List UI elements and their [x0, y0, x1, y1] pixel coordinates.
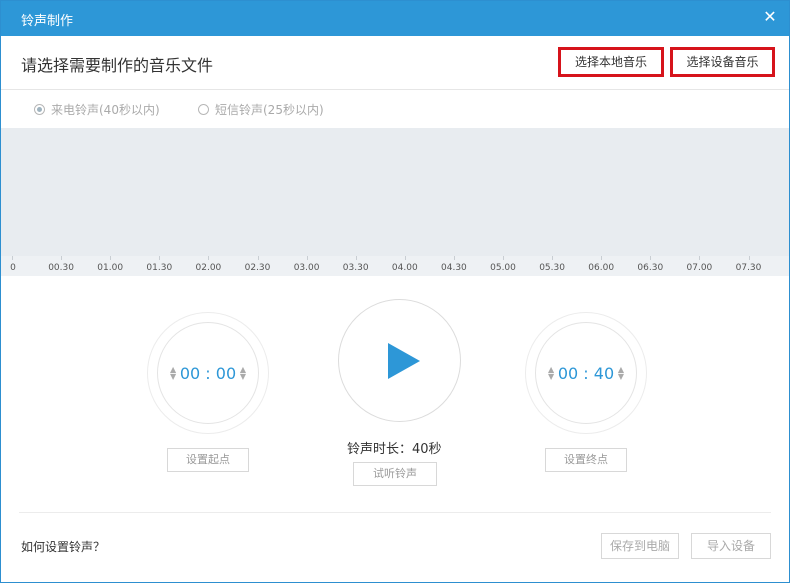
timeline-tick [159, 256, 161, 260]
timeline-tick-label: 03.00 [293, 263, 320, 273]
timeline-tick-label: 01.30 [146, 263, 173, 273]
start-time-dial: ▲ ▼ 00 : 00 ▲ ▼ [147, 312, 269, 434]
select-device-music-button[interactable]: 选择设备音乐 [670, 47, 775, 77]
timeline-tick-label: 05.30 [539, 263, 565, 273]
timeline-tick-label: 06.30 [637, 263, 664, 273]
preview-ringtone-button[interactable]: 试听铃声 [353, 462, 437, 486]
radio-incoming-call[interactable]: 来电铃声(40秒以内) [34, 101, 160, 118]
timeline-tick-label: 04.30 [441, 263, 467, 273]
timeline-tick-label: 06.00 [588, 263, 615, 273]
timeline-tick [257, 256, 259, 260]
timeline-tick [355, 256, 357, 260]
timeline-tick-label: 05.00 [490, 263, 516, 273]
waveform-area[interactable]: 0 00.30 01.00 01.30 02.00 02.30 03.00 03.30 04.0… [1, 128, 789, 276]
select-local-music-button[interactable]: 选择本地音乐 [558, 47, 664, 77]
timeline-tick [503, 256, 504, 260]
timeline-tick [404, 256, 406, 260]
start-time-face: ▲ ▼ 00 : 00 ▲ ▼ [157, 322, 259, 424]
play-button[interactable] [338, 299, 461, 422]
timeline-tick [110, 256, 112, 260]
timeline-tick [748, 256, 750, 260]
radio-sms[interactable]: 短信铃声(25秒以内) [198, 101, 324, 118]
radio-label: 来电铃声(40秒以内) [51, 103, 160, 117]
timeline-tick [453, 256, 455, 260]
timeline-tick-label: 0 [10, 263, 16, 273]
timeline-tick-label: 07.30 [735, 263, 762, 273]
stepper-arrows-icon[interactable]: ▲ ▼ [618, 366, 624, 381]
end-time-dial: ▲ ▼ 00 : 40 ▲ ▼ [525, 312, 647, 434]
window-title: 铃声制作 [21, 14, 74, 29]
timeline-tick [12, 256, 13, 260]
set-end-button[interactable]: 设置终点 [545, 448, 627, 472]
timeline-tick [61, 256, 63, 260]
timeline-tick [552, 256, 554, 260]
timeline-tick [699, 256, 701, 260]
timeline-tick-label: 00.30 [48, 263, 74, 273]
waveform-track [1, 128, 789, 256]
timeline-tick-label: 04.00 [391, 263, 418, 273]
timeline-tick [306, 256, 308, 260]
timeline-tick [601, 256, 603, 260]
import-device-button[interactable]: 导入设备 [691, 533, 771, 559]
title-bar[interactable]: 铃声制作 ✕ [1, 1, 789, 36]
timeline-tick [650, 256, 652, 260]
close-icon[interactable]: ✕ [761, 8, 779, 26]
help-link[interactable]: 如何设置铃声？ [21, 538, 105, 555]
ringtone-duration: 铃声时长：40秒 [347, 442, 442, 457]
radio-selected-icon [34, 104, 45, 115]
play-icon [388, 343, 420, 379]
timeline-tick-label: 01.00 [97, 263, 124, 273]
timeline-tick-label: 03.30 [342, 263, 369, 273]
timeline-tick-label: 02.30 [244, 263, 271, 273]
divider [1, 89, 789, 90]
timeline-ruler: 0 00.30 01.00 01.30 02.00 02.30 03.00 03.30 04.0… [1, 256, 789, 276]
set-start-button[interactable]: 设置起点 [167, 448, 249, 472]
page-title: 请选择需要制作的音乐文件 [21, 56, 214, 75]
radio-label: 短信铃声(25秒以内) [215, 103, 324, 117]
save-to-pc-button[interactable]: 保存到电脑 [601, 533, 679, 559]
timeline-tick-label: 02.00 [195, 263, 222, 273]
end-time-face: ▲ ▼ 00 : 40 ▲ ▼ [535, 322, 637, 424]
divider [19, 512, 771, 513]
stepper-arrows-icon[interactable]: ▲ ▼ [240, 366, 246, 381]
radio-unselected-icon [198, 104, 209, 115]
ringtone-maker-window: 铃声制作 ✕ 请选择需要制作的音乐文件 选择本地音乐 选择设备音乐 来电铃声(4… [0, 0, 790, 583]
timeline-tick-label: 07.00 [686, 263, 713, 273]
timeline-tick [208, 256, 210, 260]
